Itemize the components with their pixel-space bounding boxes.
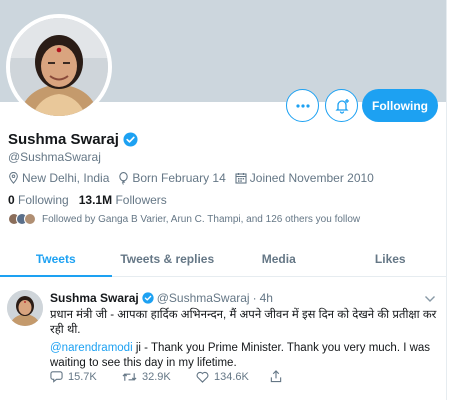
retweet-button[interactable]: 32.9K xyxy=(122,371,196,383)
followers-count-link[interactable]: 13.1M Followers xyxy=(79,193,167,207)
profile-meta: New Delhi, India Born February 14 Joined… xyxy=(8,171,383,185)
tweet-author-name[interactable]: Sushma Swaraj xyxy=(50,291,139,305)
tab-tweets-replies[interactable]: Tweets & replies xyxy=(112,240,224,276)
tweet-author-handle[interactable]: @SushmaSwaraj xyxy=(157,291,250,305)
profile-avatar[interactable] xyxy=(6,14,112,120)
tweet-header: Sushma Swaraj @SushmaSwaraj · 4h xyxy=(50,291,273,305)
calendar-icon xyxy=(235,173,247,184)
followers-count: 13.1M xyxy=(78,193,113,207)
joined-item: Joined November 2010 xyxy=(235,171,374,185)
verified-badge-icon xyxy=(142,292,154,304)
profile-tabs: Tweets Tweets & replies Media Likes xyxy=(0,240,446,277)
tweet-item[interactable]: Sushma Swaraj @SushmaSwaraj · 4h प्रधान … xyxy=(0,278,446,400)
profile-handle: @SushmaSwaraj xyxy=(8,150,101,164)
location-item: New Delhi, India xyxy=(8,171,109,185)
following-label: Following xyxy=(18,193,69,207)
tweet-text: प्रधान मंत्री जी - आपका हार्दिक अभिनन्दन… xyxy=(50,308,438,374)
share-icon xyxy=(270,370,282,383)
more-icon xyxy=(295,103,310,108)
followers-label: Followers xyxy=(115,193,167,207)
reply-button[interactable]: 15.7K xyxy=(50,370,122,383)
followed-by-row[interactable]: Followed by Ganga B Varier, Arun C. Tham… xyxy=(8,213,360,225)
profile-name: Sushma Swaraj xyxy=(8,131,119,148)
reply-count: 15.7K xyxy=(68,370,97,383)
tab-media[interactable]: Media xyxy=(223,240,335,276)
follow-counts: 0 Following 13.1M Followers xyxy=(8,193,167,207)
retweet-count: 32.9K xyxy=(142,370,171,383)
following-count-link[interactable]: 0 Following xyxy=(8,193,69,207)
chevron-down-icon xyxy=(425,296,435,302)
tweet-hindi-text: प्रधान मंत्री जी - आपका हार्दिक अभिनन्दन… xyxy=(50,309,437,336)
birthday-text: Born February 14 xyxy=(132,171,226,185)
tweet-menu-button[interactable] xyxy=(424,290,436,308)
reply-icon xyxy=(50,371,63,383)
followed-by-text: Followed by Ganga B Varier, Arun C. Tham… xyxy=(42,213,361,225)
balloon-icon xyxy=(119,171,129,185)
like-button[interactable]: 134.6K xyxy=(196,371,270,383)
following-button[interactable]: Following xyxy=(362,89,438,122)
followed-by-avatars xyxy=(8,213,36,225)
scrollbar-edge xyxy=(446,0,452,400)
share-button[interactable] xyxy=(270,370,282,383)
mini-avatar xyxy=(24,213,36,225)
birthday-item: Born February 14 xyxy=(118,171,226,185)
tweet-actions: 15.7K 32.9K 134.6K xyxy=(50,370,282,383)
more-options-button[interactable] xyxy=(286,89,319,122)
tweet-avatar[interactable] xyxy=(7,290,43,326)
location-pin-icon xyxy=(9,172,18,184)
following-count: 0 xyxy=(8,193,15,207)
like-count: 134.6K xyxy=(214,370,249,383)
tweet-timestamp[interactable]: 4h xyxy=(260,291,273,305)
retweet-icon xyxy=(122,372,137,381)
location-text: New Delhi, India xyxy=(22,171,110,185)
tab-tweets[interactable]: Tweets xyxy=(0,240,112,277)
mention-link[interactable]: @narendramodi xyxy=(50,342,133,354)
heart-icon xyxy=(196,371,209,383)
verified-badge-icon xyxy=(123,132,138,147)
notifications-button[interactable] xyxy=(325,89,358,122)
tweet-separator: · xyxy=(252,291,257,305)
joined-text: Joined November 2010 xyxy=(249,171,374,185)
tweet-english-paragraph: @narendramodi ji - Thank you Prime Minis… xyxy=(50,341,438,371)
profile-name-row: Sushma Swaraj xyxy=(8,131,138,148)
tab-likes[interactable]: Likes xyxy=(335,240,447,276)
bell-plus-icon xyxy=(334,98,349,114)
